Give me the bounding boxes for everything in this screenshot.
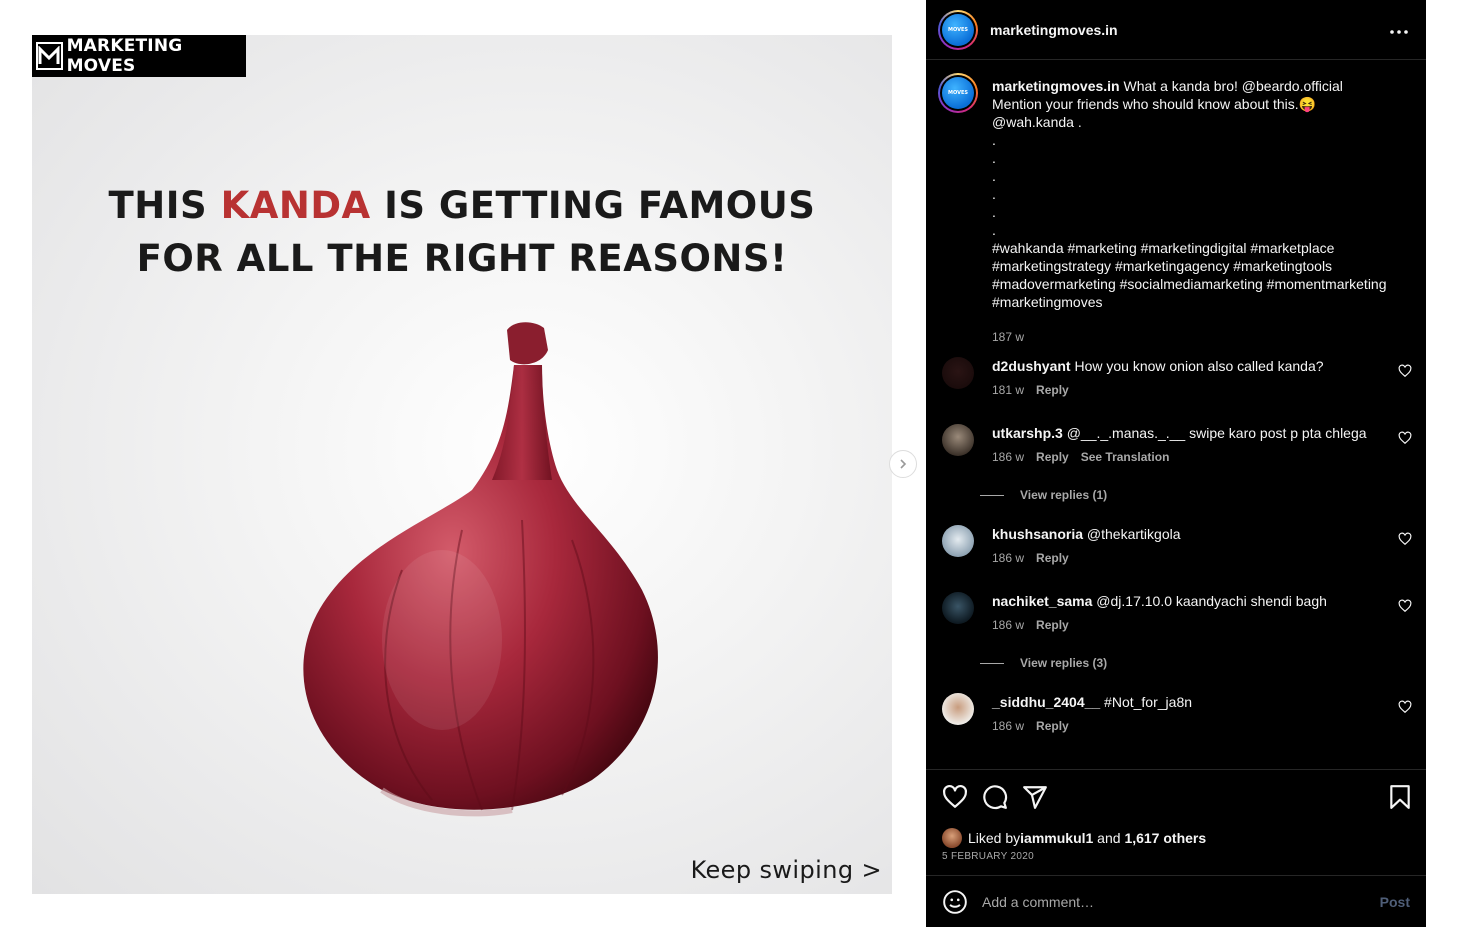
- see-translation-button[interactable]: See Translation: [1081, 450, 1170, 464]
- commenter-avatar[interactable]: [942, 357, 974, 389]
- likes-others-link[interactable]: 1,617 others: [1124, 830, 1206, 846]
- comment-input[interactable]: [982, 889, 1362, 915]
- commenter-avatar[interactable]: [942, 424, 974, 456]
- post-header: MOVES marketingmoves.in: [926, 0, 1426, 60]
- post-sidebar: MOVES marketingmoves.in MOVES marketingm…: [926, 0, 1426, 927]
- post-comment-button[interactable]: Post: [1380, 894, 1410, 910]
- caption-avatar[interactable]: MOVES: [938, 73, 978, 113]
- bookmark-icon[interactable]: [1387, 784, 1413, 810]
- more-horizontal-icon[interactable]: [1390, 20, 1408, 36]
- post-image[interactable]: MARKETING MOVES THIS KANDA IS GETTING FA…: [32, 35, 892, 894]
- caption-text: marketingmoves.in What a kanda bro! @bea…: [992, 78, 1387, 310]
- reply-button[interactable]: Reply: [1036, 618, 1069, 632]
- reply-button[interactable]: Reply: [1036, 383, 1069, 397]
- comment-meta: 186 w Reply: [992, 719, 1069, 733]
- comment-timestamp: 186 w: [992, 719, 1025, 733]
- emoji-icon[interactable]: [942, 889, 968, 915]
- liker-avatar[interactable]: [942, 828, 962, 848]
- brand-name: MARKETING MOVES: [66, 36, 183, 76]
- reply-button[interactable]: Reply: [1036, 719, 1069, 733]
- comment-timestamp: 186 w: [992, 551, 1025, 565]
- comment-text: utkarshp.3 @__._.manas._.__ swipe karo p…: [992, 425, 1367, 441]
- view-replies-button[interactable]: View replies (1): [980, 488, 1107, 502]
- onion-illustration: [303, 322, 658, 817]
- comment-text: khushsanoria @thekartikgola: [992, 526, 1181, 542]
- brand-logo-icon: [36, 42, 63, 70]
- media-panel: MARKETING MOVES THIS KANDA IS GETTING FA…: [0, 0, 926, 927]
- liker-username[interactable]: iammukul1: [1020, 830, 1093, 846]
- commenter-avatar[interactable]: [942, 693, 974, 725]
- comment-timestamp: 186 w: [992, 450, 1025, 464]
- like-comment-heart-icon[interactable]: [1398, 599, 1412, 613]
- like-comment-heart-icon[interactable]: [1398, 700, 1412, 714]
- like-comment-heart-icon[interactable]: [1398, 431, 1412, 445]
- like-comment-heart-icon[interactable]: [1398, 364, 1412, 378]
- comment-icon[interactable]: [982, 784, 1008, 810]
- headline-line-1: THIS KANDA IS GETTING FAMOUS: [108, 184, 816, 227]
- comment-text: _siddhu_2404__ #Not_for_ja8n: [992, 694, 1193, 710]
- heart-icon[interactable]: [942, 784, 968, 810]
- comments-list[interactable]: MOVES marketingmoves.in What a kanda bro…: [926, 61, 1426, 769]
- commenter-avatar[interactable]: [942, 525, 974, 557]
- share-icon[interactable]: [1022, 784, 1048, 810]
- comment-meta: 181 w Reply: [992, 383, 1069, 397]
- next-slide-button[interactable]: [889, 450, 917, 478]
- comment-meta: 186 w Reply: [992, 618, 1069, 632]
- comment-meta: 186 w Reply See Translation: [992, 450, 1169, 464]
- keep-swiping-label: Keep swiping >: [690, 856, 882, 884]
- caption-username[interactable]: marketingmoves.in: [992, 78, 1120, 94]
- comment-meta: 186 w Reply: [992, 551, 1069, 565]
- brand-badge: MARKETING MOVES: [32, 35, 246, 77]
- chevron-right-icon: [900, 459, 907, 469]
- header-avatar[interactable]: MOVES: [938, 9, 978, 50]
- reply-button[interactable]: Reply: [1036, 551, 1069, 565]
- headline-accent: KANDA: [220, 184, 371, 227]
- post-date: 5 FEBRUARY 2020: [942, 851, 1034, 862]
- comment-timestamp: 186 w: [992, 618, 1025, 632]
- comment-text: d2dushyant How you know onion also calle…: [992, 358, 1324, 374]
- commenter-avatar[interactable]: [942, 592, 974, 624]
- header-username[interactable]: marketingmoves.in: [990, 22, 1118, 38]
- headline-line-2: FOR ALL THE RIGHT REASONS!: [136, 237, 788, 280]
- like-comment-heart-icon[interactable]: [1398, 532, 1412, 546]
- replies-divider: [980, 662, 1004, 664]
- comment-composer: Post: [926, 875, 1426, 927]
- likes-summary: Liked by iammukul1 and 1,617 others: [942, 828, 1206, 848]
- reply-button[interactable]: Reply: [1036, 450, 1069, 464]
- replies-divider: [980, 494, 1004, 496]
- view-replies-button[interactable]: View replies (3): [980, 656, 1107, 670]
- comment-text: nachiket_sama @dj.17.10.0 kaandyachi she…: [992, 593, 1327, 609]
- caption-timestamp: 187 w: [992, 330, 1025, 344]
- comment-timestamp: 181 w: [992, 383, 1025, 397]
- action-bar: Liked by iammukul1 and 1,617 others 5 FE…: [926, 769, 1426, 875]
